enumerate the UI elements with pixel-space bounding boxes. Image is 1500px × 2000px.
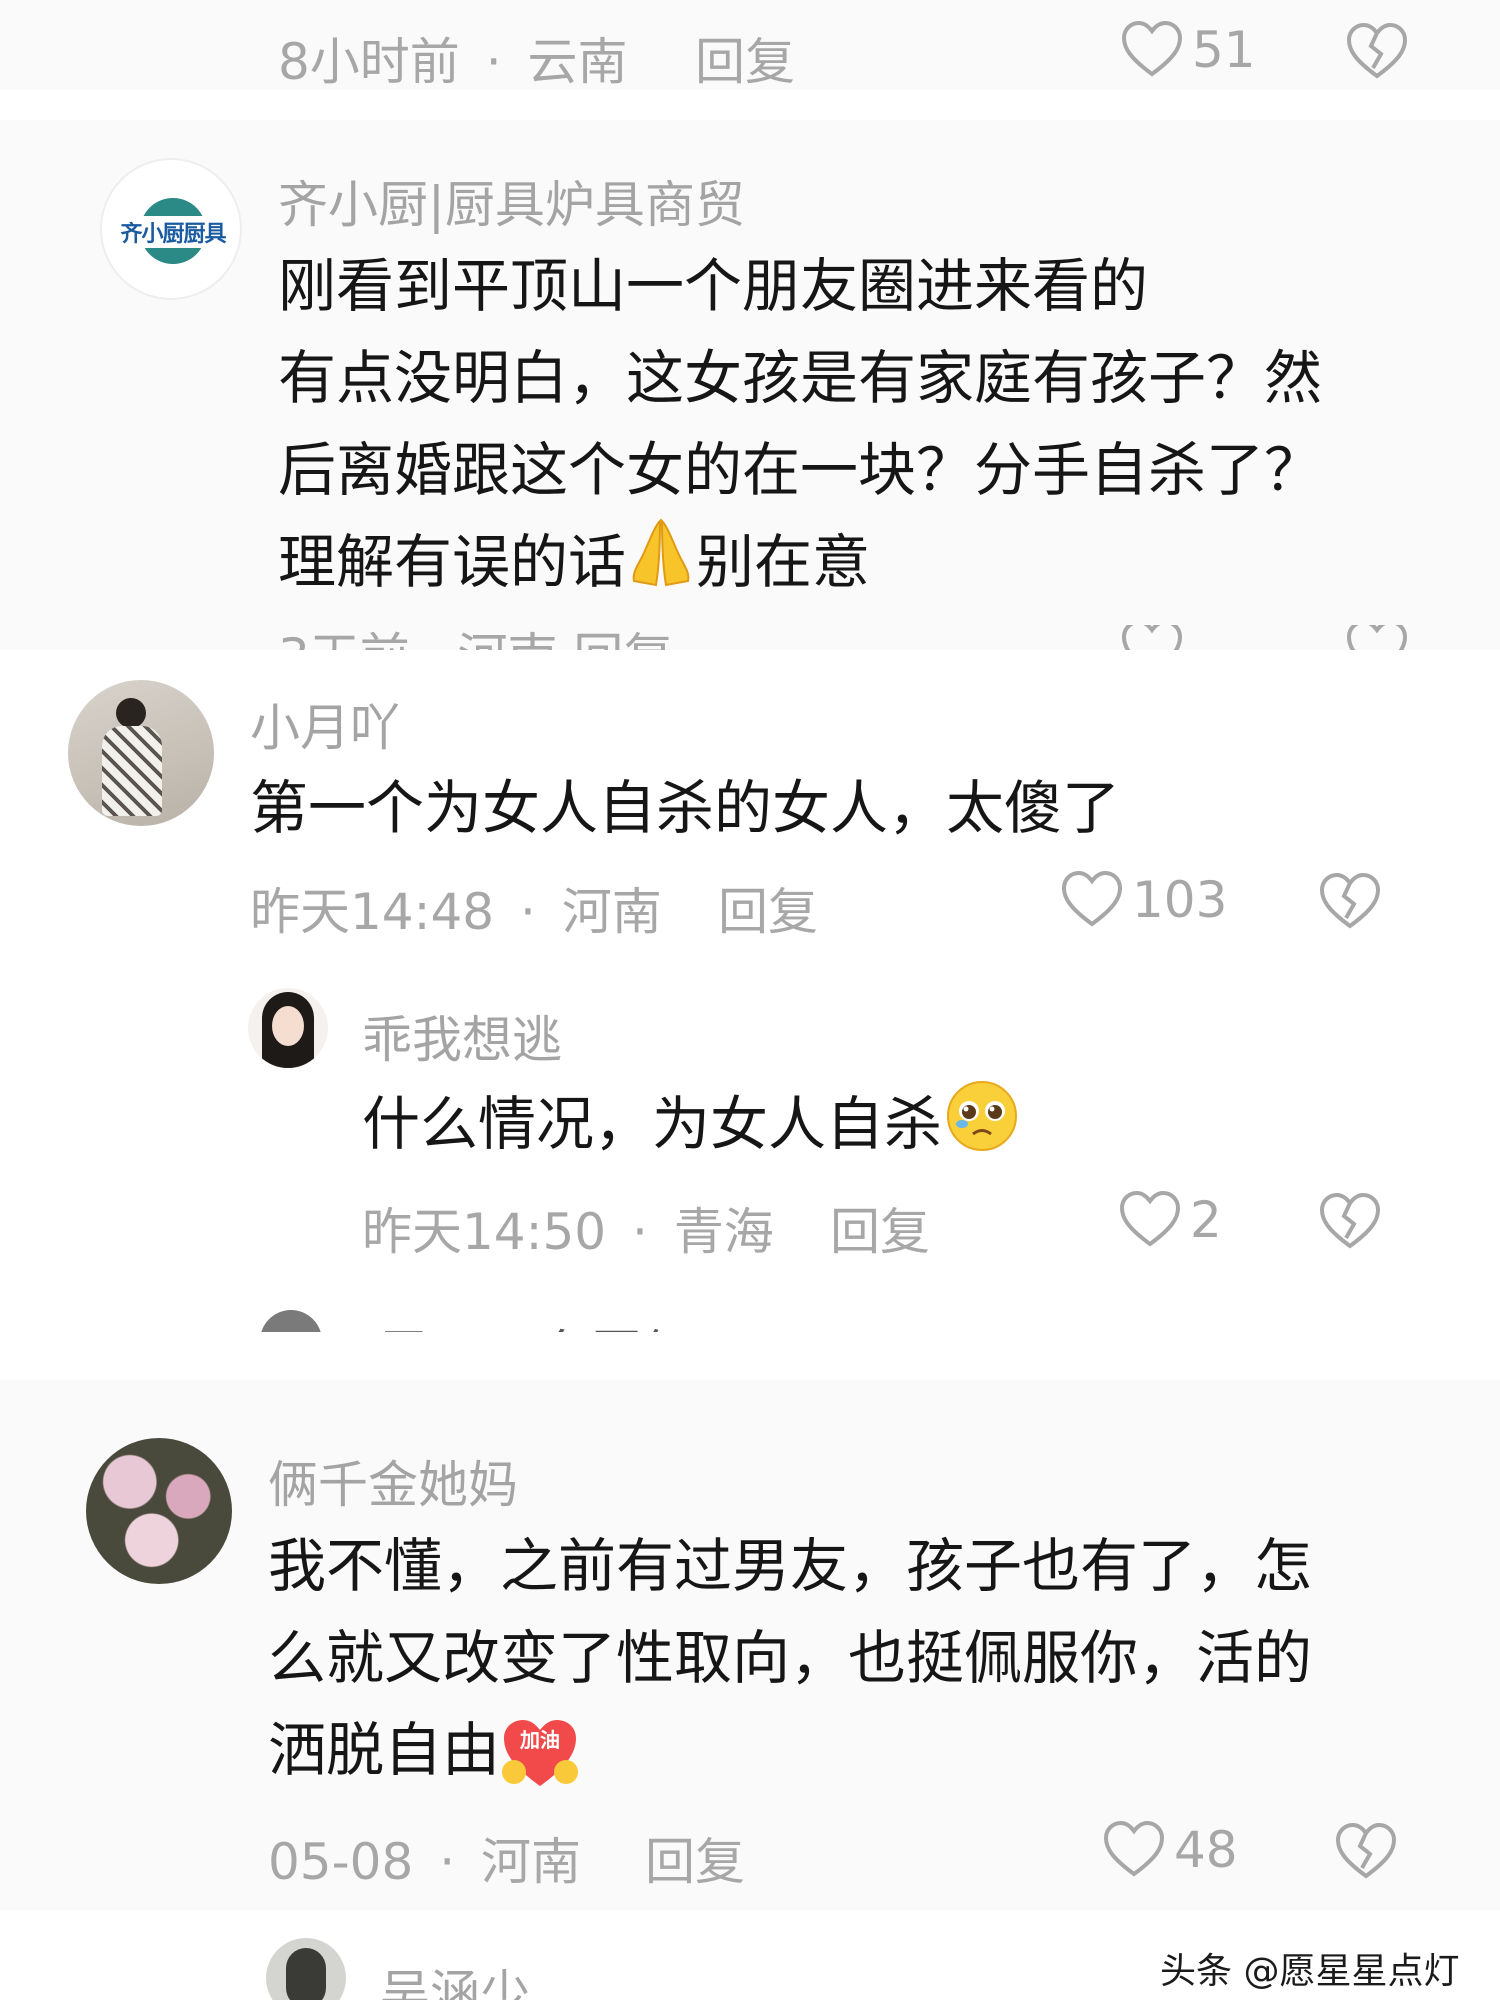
logo-text: 齐小厨厨具 [108,216,238,248]
comment-text: 什么情况，为女人自杀 [362,1090,943,1159]
comment-text-line: 后离婚跟这个女的在一块？分手自杀了？ [278,436,1323,504]
heart-icon [1121,20,1183,77]
avatar[interactable] [248,988,328,1068]
avatar[interactable] [68,680,214,826]
like-count: 2 [1190,1191,1222,1249]
meta-separator: · [439,1833,456,1891]
comment-time: 8小时前 [278,33,460,91]
comment-meta: 05-08 · 河南 [268,1822,581,1894]
avatar-figure [116,698,146,728]
dislike-button[interactable] [1334,1822,1398,1886]
comment-text-line: 我不懂，之前有过男友，孩子也有了，怎 [268,1532,1313,1600]
reply-button[interactable]: 回复 [645,1822,745,1894]
comment-text-line: 洒脱自由 加油 [268,1704,580,1796]
cut-edge [0,1332,1500,1354]
cheer-text: 加油 [520,1727,561,1752]
comment-region: 云南 [527,33,628,91]
heart-icon [1121,625,1183,650]
meta-separator: · [485,33,502,91]
comment-meta: 8小时前 · 云南 [278,22,628,94]
username[interactable]: 小月吖 [250,688,400,760]
like-count: 103 [1132,871,1228,929]
comment-text: 第一个为女人自杀的女人，太傻了 [250,774,1121,842]
reply-button[interactable]: 回复 [718,872,818,944]
comment-text-line: 有点没明白，这女孩是有家庭有孩子？然 [278,344,1323,412]
comment-text: 别在意 [696,528,871,596]
like-button[interactable]: 2 [1118,1190,1222,1250]
clipped-meta: 3天前 · 河南 回复 [270,625,1450,650]
comment-text-line: 什么情况，为女人自杀 [362,1078,1022,1178]
comment-time: 昨天14:50 [362,1203,607,1261]
comment-text: 理解有误的话 [278,528,627,596]
broken-heart-icon [1319,872,1381,929]
username[interactable]: 乖我想逃 [362,1000,562,1072]
comment-text-line: 理解有误的话 别在意 [278,516,870,615]
praying-hands-icon [626,517,696,615]
meta-separator: · [632,1203,648,1261]
avatar-figure [102,726,162,816]
avatar-figure [286,1948,326,2000]
heart-icon [1119,1190,1181,1247]
comment-region: 河南 [481,1833,582,1891]
heart-icon [1061,870,1123,927]
comment-meta: 昨天14:48 · 河南 [250,872,662,944]
avatar[interactable] [86,1438,232,1584]
comment-meta: 3天前 · 河南 回复 [278,625,673,650]
dislike-button[interactable] [1318,872,1382,936]
avatar[interactable]: 齐小厨厨具 [100,158,242,300]
comment-time: 昨天14:48 [250,883,495,941]
broken-heart-icon [1335,1822,1397,1879]
like-count: 51 [1192,21,1256,79]
comment-text-line: 刚看到平顶山一个朋友圈进来看的 [278,252,1149,320]
comment-time: 05-08 [268,1833,414,1891]
avatar-face [272,1006,304,1046]
cheer-heart-icon: 加油 [500,1716,580,1792]
comment-region: 青海 [673,1203,774,1261]
heart-icon [1103,1820,1165,1877]
broken-heart-icon [1346,22,1408,79]
dislike-button[interactable] [1318,1192,1382,1256]
watermark: 头条 @愿星星点灯 [1160,1951,1460,1992]
avatar[interactable] [266,1938,346,2000]
username[interactable]: 齐小厨|厨具炉具商贸 [278,165,745,237]
comment-text-line: 么就又改变了性取向，也挺佩服你，活的 [268,1624,1313,1692]
like-button[interactable]: 48 [1102,1820,1238,1880]
reply-button[interactable]: 回复 [830,1192,930,1264]
like-button[interactable]: 103 [1060,870,1227,930]
pleading-face-icon [942,1078,1022,1178]
username[interactable]: 俩千金她妈 [268,1445,518,1517]
username[interactable]: 吴涵少 [380,1954,530,2000]
like-count: 48 [1174,1821,1238,1879]
broken-heart-icon [1346,625,1408,650]
comment-text: 洒脱自由 [268,1716,501,1784]
comment-meta: 昨天14:50 · 青海 [362,1192,774,1264]
comment-region: 河南 [561,883,662,941]
broken-heart-icon [1319,1192,1381,1249]
reply-button[interactable]: 回复 [695,22,795,94]
meta-separator: · [520,883,536,941]
like-button[interactable]: 51 [1120,20,1256,80]
dislike-button[interactable] [1345,22,1409,86]
